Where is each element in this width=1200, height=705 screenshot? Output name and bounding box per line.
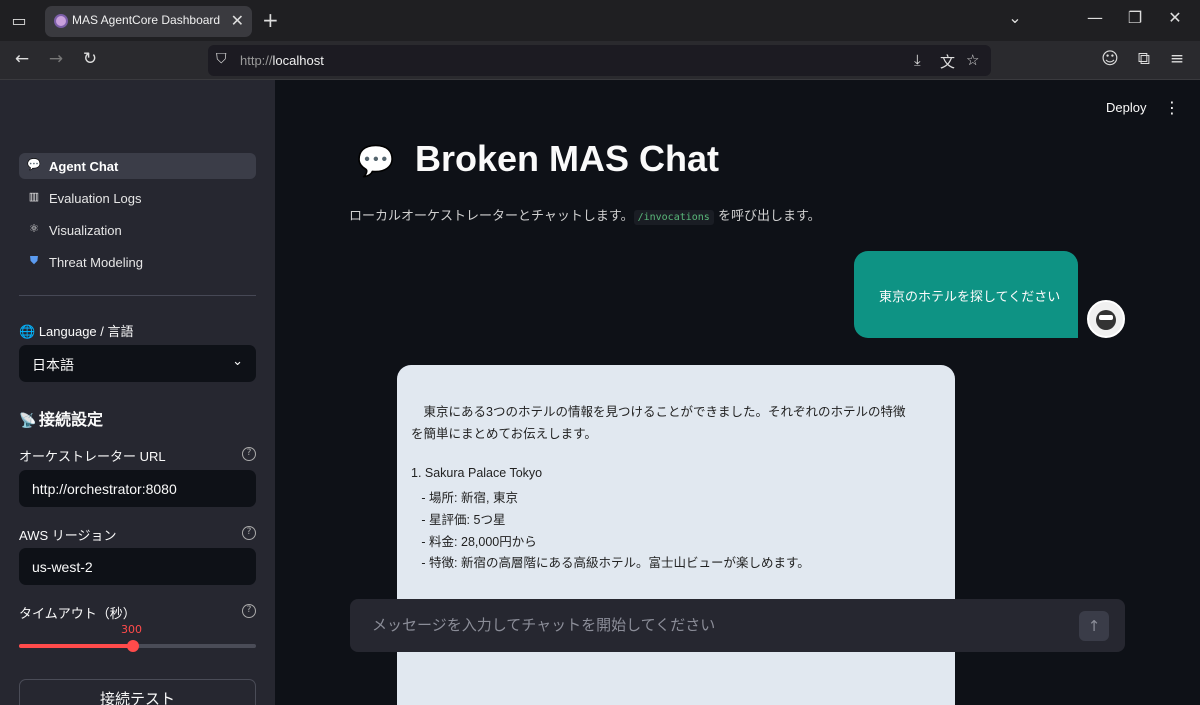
slider-fill <box>19 644 133 648</box>
more-options-icon[interactable]: ⋮ <box>1164 98 1180 117</box>
satellite-icon: 📡 <box>19 413 37 429</box>
send-icon[interactable]: ↑ <box>1079 611 1109 641</box>
region-input[interactable] <box>19 548 256 585</box>
sidebar: 💬 Agent Chat ▥ Evaluation Logs ⚛ Visuali… <box>0 80 275 705</box>
user-message: 東京のホテルを探してください <box>854 251 1078 338</box>
browser-tab-bar: ▭ MAS AgentCore Dashboard ✕ + ⌄ — ❐ ✕ <box>0 0 1200 41</box>
tab-overflow-chevron-icon[interactable]: ⌄ <box>1003 8 1027 27</box>
message-line: - 料金: 28,000円から <box>411 534 537 549</box>
connection-heading: 📡 接続設定 <box>19 410 104 429</box>
address-bar[interactable]: ⛉ http://localhost ⤓ 文 ☆ <box>208 45 991 76</box>
region-label: AWS リージョン <box>19 528 117 543</box>
language-label: 🌐 Language / 言語 <box>19 324 134 339</box>
page-title: 💬 Broken MAS Chat <box>357 138 720 179</box>
tab-list-icon[interactable]: ▭ <box>8 10 30 32</box>
star-icon[interactable]: ☆ <box>966 51 979 69</box>
extensions-icon[interactable]: ⧉ <box>1133 49 1155 69</box>
reload-icon[interactable]: ↻ <box>79 49 101 69</box>
bar-chart-icon: ▥ <box>28 191 40 203</box>
shield-icon[interactable]: ⛉ <box>216 51 232 69</box>
message-line: - 特徴: 新宿の高層階にある高級ホテル。富士山ビューが楽しめます。 <box>411 556 810 571</box>
timeout-slider[interactable] <box>19 640 256 652</box>
chevron-down-icon: ⌄ <box>232 354 243 369</box>
close-tab-icon[interactable]: ✕ <box>231 11 244 30</box>
page-caption: ローカルオーケストレーターとチャットします。/invocations を呼び出し… <box>349 209 821 225</box>
translate-icon[interactable]: 文 <box>940 51 955 72</box>
timeout-slider-value: 300 <box>121 623 142 636</box>
forward-icon[interactable]: → <box>45 49 67 69</box>
menu-icon[interactable]: ≡ <box>1166 49 1188 69</box>
browser-nav-bar: ← → ↻ ⛉ http://localhost ⤓ 文 ☆ ☺ ⧉ ≡ <box>0 41 1200 80</box>
browser-tab[interactable]: MAS AgentCore Dashboard ✕ <box>45 6 252 37</box>
assistant-message: 東京にある3つのホテルの情報を見つけることができました。それぞれのホテルの特徴を… <box>397 365 955 705</box>
atom-icon: ⚛ <box>29 223 39 235</box>
sidebar-item-evaluation-logs[interactable]: ▥ Evaluation Logs <box>19 185 256 211</box>
invocations-code: /invocations <box>633 210 714 225</box>
minimize-icon[interactable]: — <box>1083 8 1107 27</box>
message-line: 1. Sakura Palace Tokyo <box>411 465 543 480</box>
speech-bubble-icon: 💬 <box>27 159 41 171</box>
shield-icon: ⛊ <box>29 255 39 267</box>
url-text[interactable]: http://localhost <box>240 53 324 68</box>
orchestrator-url-label: オーケストレーター URL <box>19 449 166 464</box>
message-line: - 場所: 新宿, 東京 <box>411 491 518 506</box>
restore-icon[interactable]: ❐ <box>1123 8 1147 27</box>
back-icon[interactable]: ← <box>11 49 33 69</box>
help-icon[interactable]: ? <box>242 604 256 618</box>
chat-input[interactable] <box>350 599 1125 652</box>
timeout-label: タイムアウト（秒） <box>19 606 136 621</box>
sidebar-item-visualization[interactable]: ⚛ Visualization <box>19 217 256 243</box>
new-tab-icon[interactable]: + <box>262 8 279 32</box>
help-icon[interactable]: ? <box>242 447 256 461</box>
sidebar-divider <box>19 295 256 296</box>
language-select[interactable]: 日本語 ⌄ <box>19 345 256 382</box>
orchestrator-url-input[interactable] <box>19 470 256 507</box>
main-content: Deploy ⋮ 💬 Broken MAS Chat ローカルオーケストレーターと… <box>275 80 1200 705</box>
slider-thumb[interactable] <box>126 640 139 652</box>
close-window-icon[interactable]: ✕ <box>1163 8 1187 27</box>
sidebar-item-agent-chat[interactable]: 💬 Agent Chat <box>19 153 256 179</box>
user-avatar <box>1087 300 1125 338</box>
globe-icon: 🌐 <box>19 324 39 339</box>
deploy-button[interactable]: Deploy <box>1106 100 1146 115</box>
tab-title: MAS AgentCore Dashboard <box>72 13 221 27</box>
download-icon[interactable]: ⤓ <box>914 51 921 69</box>
favicon-icon <box>54 14 68 28</box>
speech-bubble-icon: 💬 <box>357 145 395 178</box>
sidebar-item-threat-modeling[interactable]: ⛊ Threat Modeling <box>19 249 256 275</box>
message-line: を簡単にまとめてお伝えします。 <box>411 426 597 441</box>
help-icon[interactable]: ? <box>242 526 256 540</box>
message-line: - 星評価: 5つ星 <box>411 513 506 527</box>
connection-test-button[interactable]: 接続テスト <box>19 679 256 705</box>
message-line: 東京にある3つのホテルの情報を見つけることができました。それぞれのホテルの特徴 <box>411 405 906 419</box>
account-icon[interactable]: ☺ <box>1099 49 1121 69</box>
